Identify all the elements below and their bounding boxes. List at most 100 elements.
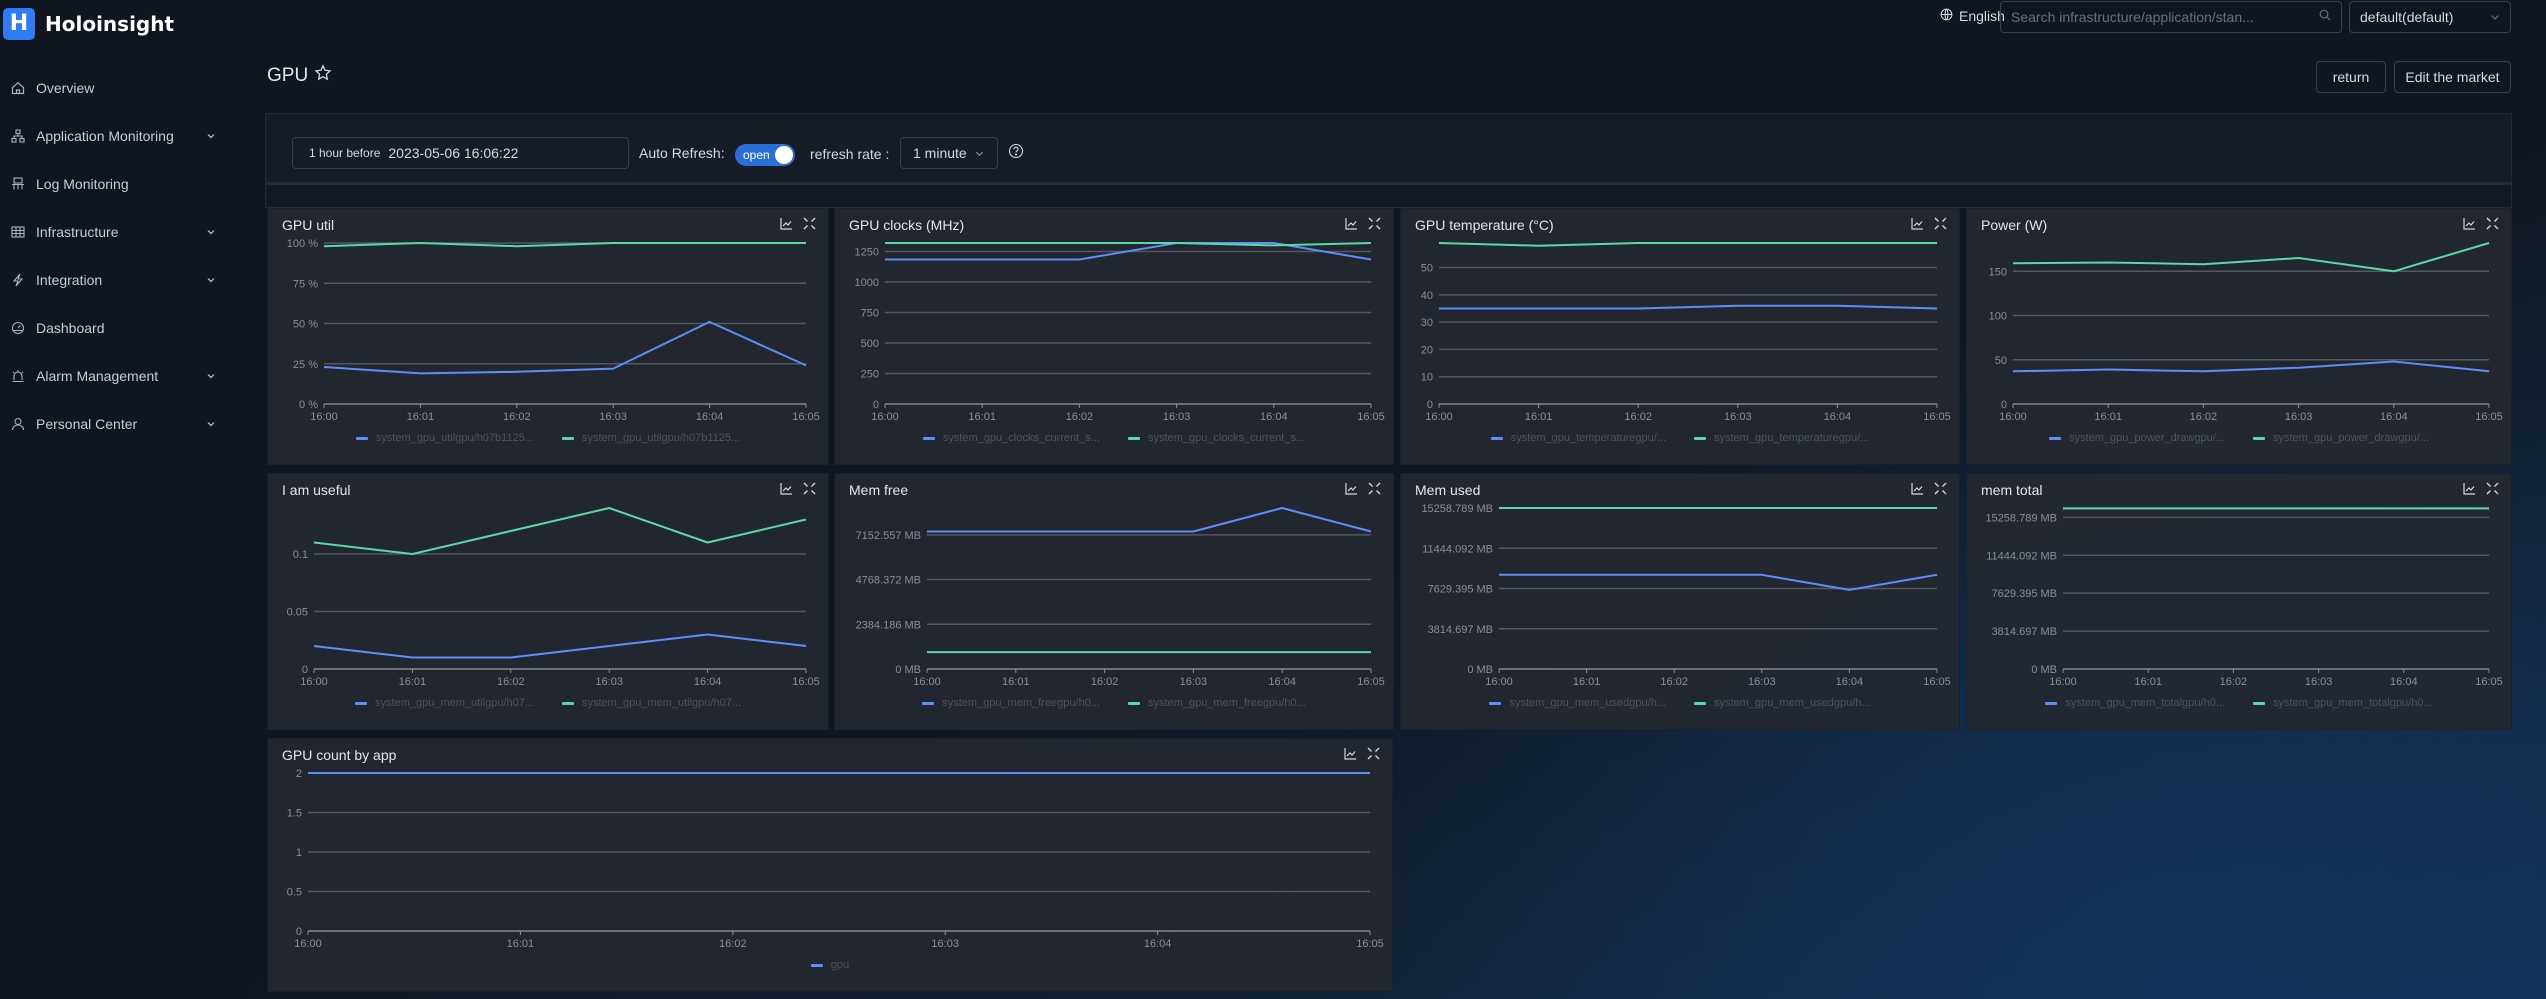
x-tick-label: 16:01	[2094, 411, 2122, 423]
sidebar-item-application-monitoring[interactable]: Application Monitoring	[0, 112, 254, 160]
legend-item[interactable]: system_gpu_power_drawgpu/...	[2253, 432, 2429, 444]
legend-label: system_gpu_clocks_current_s...	[1148, 432, 1306, 444]
legend-item[interactable]: system_gpu_temperaturegpu/...	[1694, 432, 1869, 444]
y-tick-label: 4768.372 MB	[856, 575, 921, 587]
x-tick-label: 16:00	[1425, 411, 1453, 423]
logo[interactable]: H Holoinsight	[3, 8, 174, 40]
y-tick-label: 0 %	[299, 399, 318, 411]
line-chart: 0 50 100 150 16:00 16:01 16:02 16:03 16:04 16:05	[1989, 242, 2503, 423]
legend-item[interactable]: system_gpu_mem_utilgpu/h07...	[355, 697, 534, 709]
time-range-prefix: 1 hour before	[309, 146, 381, 160]
table-icon	[10, 224, 26, 240]
legend-item[interactable]: system_gpu_mem_usedgpu/h...	[1489, 697, 1666, 709]
x-tick-label: 16:02	[1660, 676, 1688, 688]
line-chart: 0 % 25 % 50 % 75 % 100 % 16:00 16:01 16:02 16:03…	[287, 238, 820, 423]
x-tick-label: 16:05	[2475, 411, 2503, 423]
x-tick-label: 16:05	[1923, 676, 1951, 688]
sidebar-item-integration[interactable]: Integration	[0, 256, 254, 304]
y-tick-label: 30	[1421, 317, 1433, 329]
legend-label: system_gpu_clocks_current_s...	[942, 432, 1100, 444]
chevron-down-icon	[206, 128, 216, 144]
x-tick-label: 16:01	[399, 676, 427, 688]
x-tick-label: 16:02	[2220, 676, 2248, 688]
y-tick-label: 1.5	[287, 808, 302, 820]
star-icon[interactable]	[314, 64, 332, 87]
global-search[interactable]	[2000, 1, 2342, 33]
x-tick-label: 16:02	[503, 411, 531, 423]
legend-item[interactable]: system_gpu_mem_freegpu/h0...	[1128, 697, 1306, 709]
x-tick-label: 16:04	[1260, 411, 1288, 423]
y-tick-label: 0	[2001, 399, 2007, 411]
time-range-picker[interactable]: 1 hour before 2023-05-06 16:06:22	[292, 137, 629, 169]
x-tick-label: 16:03	[931, 938, 959, 950]
sidebar-item-label: Integration	[36, 272, 103, 288]
log-icon	[10, 176, 26, 192]
sidebar-item-overview[interactable]: Overview	[0, 64, 254, 112]
legend-item[interactable]: system_gpu_utilgpu/h07b1125...	[562, 432, 740, 444]
chart-panel: Mem used 0 MB 3814.697 MB 7629.395 MB 11444.…	[1400, 473, 1960, 730]
chevron-down-icon	[206, 224, 216, 240]
x-tick-label: 16:01	[2134, 676, 2162, 688]
y-tick-label: 7629.395 MB	[1428, 584, 1493, 596]
chart-panel: GPU temperature (°C) 0 10 20 30 40 50 16:00 16:0…	[1400, 208, 1960, 465]
sidebar-item-log-monitoring[interactable]: Log Monitoring	[0, 160, 254, 208]
toggle-state-label: open	[743, 148, 770, 162]
legend-swatch	[562, 701, 574, 705]
y-tick-label: 500	[861, 338, 879, 350]
x-tick-label: 16:02	[1066, 411, 1094, 423]
chart-legend: gpu	[268, 959, 1392, 971]
chart-panel: I am useful 0 0.05 0.1 16:00 16:01 16:02 16:03 1…	[267, 473, 829, 730]
legend-item[interactable]: system_gpu_mem_freegpu/h0...	[922, 697, 1100, 709]
return-button[interactable]: return	[2316, 61, 2386, 93]
sidebar: H Holoinsight Overview Application Monit…	[0, 0, 254, 999]
legend-label: system_gpu_utilgpu/h07b1125...	[375, 432, 534, 444]
language-label: English	[1959, 8, 2005, 24]
series-line-1	[313, 633, 807, 659]
sidebar-item-infrastructure[interactable]: Infrastructure	[0, 208, 254, 256]
page-title-text: GPU	[267, 64, 309, 86]
legend-swatch	[2045, 701, 2058, 705]
chart-panel: Power (W) 0 50 100 150 16:00 16:01 16:02 16:03 16…	[1966, 208, 2512, 465]
legend-item[interactable]: gpu	[810, 959, 849, 971]
search-icon[interactable]	[2319, 8, 2331, 26]
chevron-down-icon	[206, 416, 216, 432]
y-tick-label: 75 %	[293, 278, 318, 290]
sidebar-item-alarm-management[interactable]: Alarm Management	[0, 352, 254, 400]
alarm-icon	[10, 368, 26, 384]
chart-legend: system_gpu_mem_totalgpu/h0... system_gpu_…	[1967, 697, 2511, 709]
legend-item[interactable]: system_gpu_mem_utilgpu/h07...	[562, 697, 741, 709]
sidebar-item-label: Overview	[36, 80, 95, 96]
series-line-1	[1499, 573, 1938, 591]
tenant-select[interactable]: default(default)	[2349, 1, 2511, 33]
legend-item[interactable]: system_gpu_power_drawgpu/...	[2049, 432, 2225, 444]
legend-item[interactable]: system_gpu_clocks_current_s...	[1128, 432, 1305, 444]
y-tick-label: 0 MB	[2031, 664, 2057, 676]
sidebar-item-dashboard[interactable]: Dashboard	[0, 304, 254, 352]
legend-item[interactable]: system_gpu_clocks_current_s...	[922, 432, 1100, 444]
app-name: Holoinsight	[45, 12, 175, 36]
legend-item[interactable]: system_gpu_mem_totalgpu/h0...	[2045, 697, 2225, 709]
sidebar-item-personal-center[interactable]: Personal Center	[0, 400, 254, 448]
auto-refresh-toggle[interactable]: open	[735, 144, 795, 166]
x-tick-label: 16:05	[1357, 676, 1385, 688]
x-tick-label: 16:00	[300, 676, 328, 688]
x-tick-label: 16:05	[2475, 676, 2503, 688]
legend-swatch	[355, 701, 368, 705]
help-icon[interactable]	[1008, 143, 1024, 164]
legend-item[interactable]: system_gpu_temperaturegpu/...	[1490, 432, 1666, 444]
y-tick-label: 40	[1421, 290, 1433, 302]
bolt-icon	[10, 272, 26, 288]
x-tick-label: 16:00	[871, 411, 899, 423]
edit-market-button[interactable]: Edit the market	[2394, 61, 2511, 93]
legend-item[interactable]: system_gpu_mem_totalgpu/h0...	[2253, 697, 2433, 709]
legend-item[interactable]: system_gpu_mem_usedgpu/h...	[1694, 697, 1871, 709]
chevron-down-icon	[206, 368, 216, 384]
search-input[interactable]	[2011, 9, 2319, 25]
x-tick-label: 16:04	[696, 411, 724, 423]
refresh-rate-select[interactable]: 1 minute	[900, 137, 998, 169]
y-tick-label: 50 %	[293, 319, 318, 331]
language-switcher[interactable]: English	[1940, 8, 2005, 24]
filter-bar-divider	[265, 183, 2512, 208]
chart-panel: mem total 0 MB 3814.697 MB 7629.395 MB 11444…	[1966, 473, 2512, 730]
legend-item[interactable]: system_gpu_utilgpu/h07b1125...	[355, 432, 534, 444]
